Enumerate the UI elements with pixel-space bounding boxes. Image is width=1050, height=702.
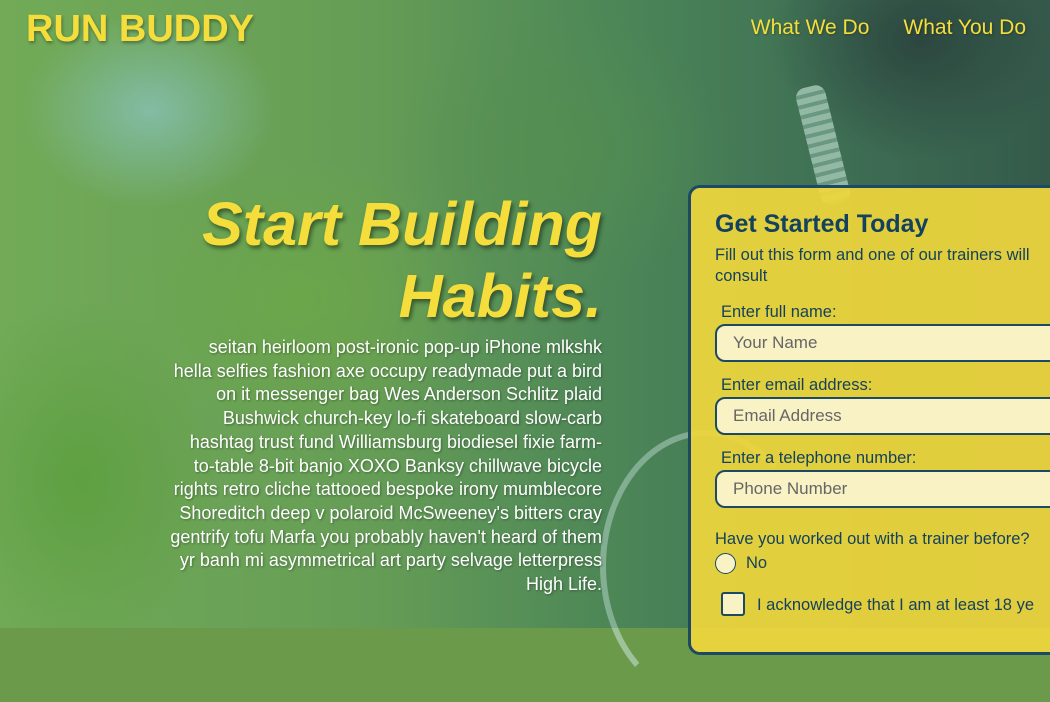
site-logo[interactable]: RUN BUDDY bbox=[26, 8, 254, 51]
email-label: Enter email address: bbox=[721, 376, 873, 394]
acknowledge-row: I acknowledge that I am at least 18 ye bbox=[721, 592, 1050, 616]
hero-section: Start Building Habits. seitan heirloom p… bbox=[170, 188, 602, 597]
form-intro-line2: consult bbox=[715, 267, 768, 285]
form-title: Get Started Today bbox=[715, 210, 929, 238]
radio-no-label: No bbox=[746, 554, 768, 572]
nav-link-what-you-do[interactable]: What You Do bbox=[903, 16, 1026, 40]
hero-title-line2: Habits. bbox=[398, 262, 602, 330]
hero-title: Start Building Habits. bbox=[170, 188, 602, 332]
trainer-radio-no: No bbox=[715, 553, 1050, 574]
trainer-question: Have you worked out with a trainer befor… bbox=[715, 530, 1030, 548]
hero-body-text: seitan heirloom post-ironic pop-up iPhon… bbox=[170, 337, 602, 595]
acknowledge-checkbox[interactable] bbox=[721, 592, 745, 616]
name-label: Enter full name: bbox=[721, 303, 837, 321]
email-input[interactable] bbox=[715, 397, 1050, 435]
phone-label: Enter a telephone number: bbox=[721, 449, 917, 467]
hero-title-line1: Start Building bbox=[202, 190, 602, 258]
nav-link-what-we-do[interactable]: What We Do bbox=[751, 16, 870, 40]
form-intro: Fill out this form and one of our traine… bbox=[715, 245, 1050, 287]
signup-form: Get Started Today Fill out this form and… bbox=[688, 185, 1050, 655]
phone-input[interactable] bbox=[715, 470, 1050, 508]
form-intro-line1: Fill out this form and one of our traine… bbox=[715, 246, 1030, 264]
radio-no[interactable] bbox=[715, 553, 736, 574]
name-input[interactable] bbox=[715, 324, 1050, 362]
acknowledge-label: I acknowledge that I am at least 18 ye bbox=[757, 596, 1034, 614]
main-nav: What We Do What You Do bbox=[751, 16, 1026, 40]
